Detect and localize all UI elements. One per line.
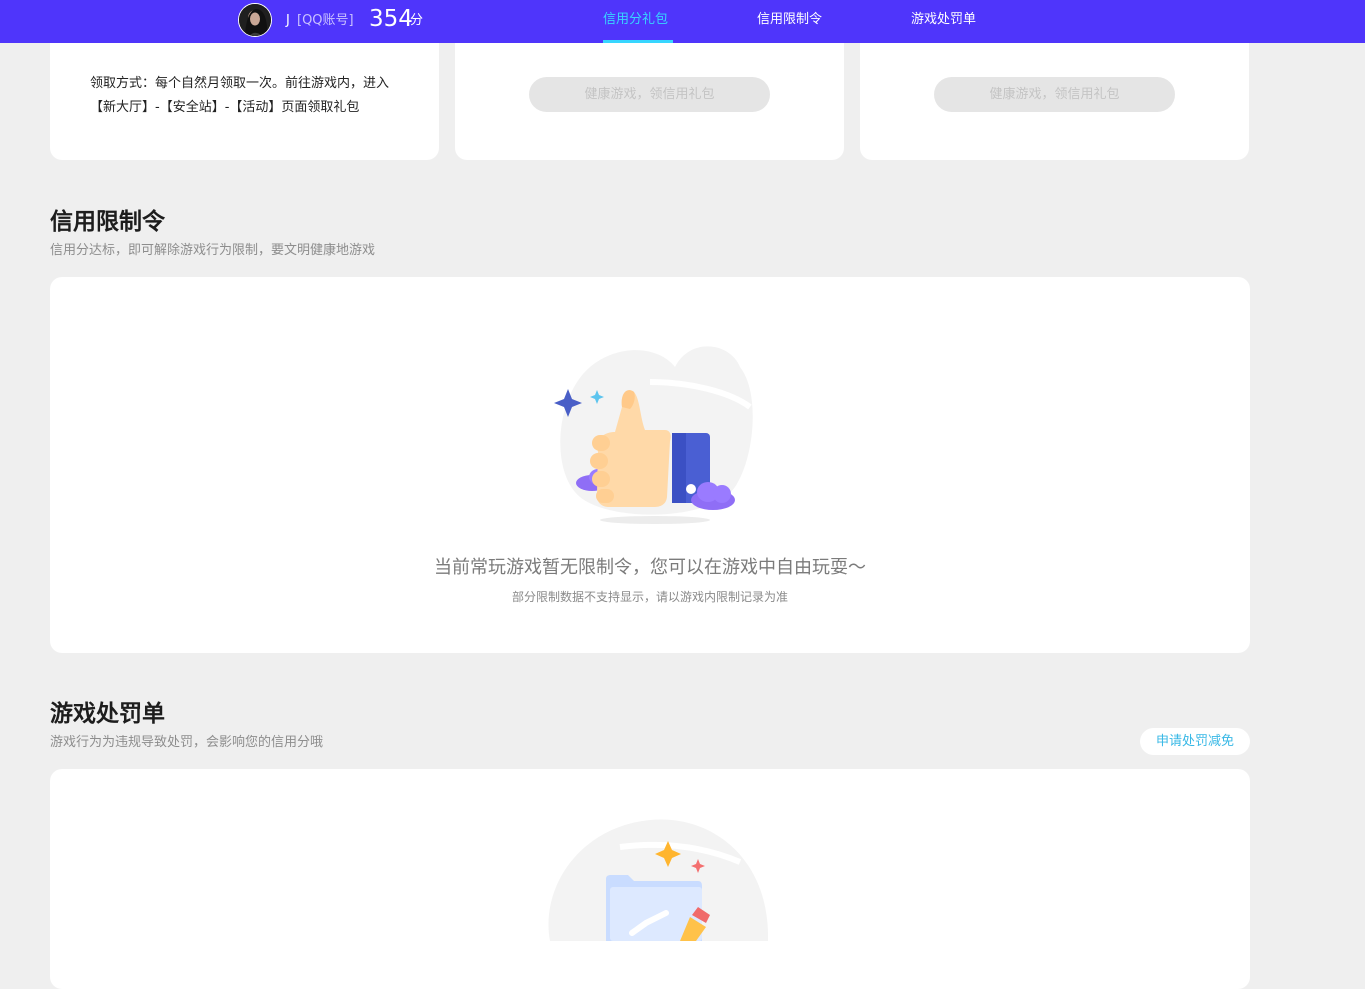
avatar[interactable] <box>238 3 272 37</box>
penalty-section-title: 游戏处罚单 <box>50 701 165 727</box>
gift-pack-card-1: 领取方式：每个自然月领取一次。前往游戏内，进入【新大厅】-【安全站】-【活动】页… <box>50 30 439 160</box>
restriction-section-subtitle: 信用分达标，即可解除游戏行为限制，要文明健康地游戏 <box>50 243 376 258</box>
penalty-card <box>50 769 1250 989</box>
credit-score-unit: 分 <box>410 13 424 28</box>
restriction-section-title: 信用限制令 <box>50 209 165 235</box>
gift-pack-card-3: 健康游戏，领信用礼包 <box>860 30 1249 160</box>
tab-credit-gift-pack[interactable]: 信用分礼包 <box>603 11 668 29</box>
gift-pack-card-2: 健康游戏，领信用礼包 <box>455 30 844 160</box>
account-type: [QQ账号] <box>297 13 354 28</box>
penalty-section-subtitle: 游戏行为为违规导致处罚，会影响您的信用分哦 <box>50 735 324 750</box>
empty-state-message: 当前常玩游戏暂无限制令，您可以在游戏中自由玩耍～ <box>434 557 866 578</box>
restriction-card: 当前常玩游戏暂无限制令，您可以在游戏中自由玩耍～ 部分限制数据不支持显示，请以游… <box>50 277 1250 653</box>
claim-method-text: 领取方式：每个自然月领取一次。前往游戏内，进入【新大厅】-【安全站】-【活动】页… <box>90 76 390 115</box>
active-tab-indicator <box>603 40 673 43</box>
folder-check-icon <box>548 819 769 941</box>
claim-gift-button[interactable]: 健康游戏，领信用礼包 <box>529 77 770 112</box>
credit-score-value: 354 <box>369 6 413 32</box>
avatar-image <box>239 4 271 36</box>
tab-game-penalty[interactable]: 游戏处罚单 <box>911 11 976 29</box>
empty-state-note: 部分限制数据不支持显示，请以游戏内限制记录为准 <box>511 590 788 604</box>
claim-gift-button[interactable]: 健康游戏，领信用礼包 <box>934 77 1175 112</box>
thumbs-up-icon <box>554 346 753 524</box>
user-name: J <box>286 13 290 28</box>
top-navigation-bar: J [QQ账号] 354 分 信用分礼包 信用限制令 游戏处罚单 <box>0 0 1365 43</box>
apply-penalty-reduction-button[interactable]: 申请处罚减免 <box>1140 728 1250 755</box>
tab-credit-restriction[interactable]: 信用限制令 <box>757 11 822 29</box>
